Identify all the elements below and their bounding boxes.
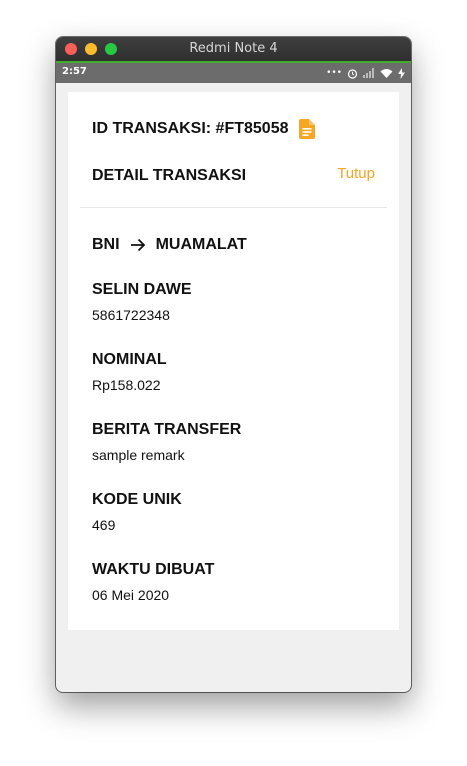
field-nominal: NOMINAL Rp158.022 bbox=[92, 351, 167, 393]
window-titlebar: Redmi Note 4 bbox=[56, 37, 411, 63]
field-remark: BERITA TRANSFER sample remark bbox=[92, 421, 241, 463]
field-label: KODE UNIK bbox=[92, 491, 182, 508]
transaction-id-row: ID TRANSAKSI: #FT85058 bbox=[92, 119, 315, 139]
from-bank: BNI bbox=[92, 236, 120, 253]
field-value: sample remark bbox=[92, 447, 185, 463]
field-label: WAKTU DIBUAT bbox=[92, 561, 215, 578]
status-icons: ••• bbox=[326, 65, 405, 81]
emulator-window: Redmi Note 4 2:57 ••• ID TRANSAKSI: #FT8… bbox=[56, 37, 411, 692]
field-unique-code: KODE UNIK 469 bbox=[92, 491, 182, 533]
arrow-right-icon bbox=[130, 238, 145, 252]
transaction-id: ID TRANSAKSI: #FT85058 bbox=[92, 120, 289, 137]
close-button[interactable]: Tutup bbox=[337, 165, 375, 182]
field-created-time: WAKTU DIBUAT 06 Mei 2020 bbox=[92, 561, 214, 603]
field-label: BERITA TRANSFER bbox=[92, 421, 242, 438]
field-label: SELIN DAWE bbox=[92, 281, 192, 298]
to-bank: MUAMALAT bbox=[155, 236, 247, 253]
window-title: Redmi Note 4 bbox=[189, 41, 278, 56]
field-value: 5861722348 bbox=[92, 307, 170, 323]
android-status-bar: 2:57 ••• bbox=[56, 63, 411, 83]
field-account: SELIN DAWE 5861722348 bbox=[92, 281, 192, 323]
bank-route: BNI MUAMALAT bbox=[92, 236, 247, 254]
detail-header: DETAIL TRANSAKSI Tutup bbox=[92, 165, 375, 185]
divider bbox=[80, 207, 387, 208]
signal-icon bbox=[363, 68, 374, 78]
field-value: Rp158.022 bbox=[92, 377, 161, 393]
field-value: 469 bbox=[92, 517, 116, 533]
alarm-icon bbox=[347, 68, 358, 79]
field-value: 06 Mei 2020 bbox=[92, 587, 170, 603]
document-icon[interactable] bbox=[298, 119, 315, 139]
status-time: 2:57 bbox=[62, 66, 87, 77]
transaction-detail-card: ID TRANSAKSI: #FT85058 DETAIL TRANSAKSI … bbox=[68, 92, 399, 630]
more-dots-icon: ••• bbox=[326, 68, 342, 78]
field-label: NOMINAL bbox=[92, 351, 167, 368]
charging-icon bbox=[398, 67, 405, 79]
wifi-icon bbox=[380, 69, 393, 78]
detail-title: DETAIL TRANSAKSI bbox=[92, 167, 247, 184]
